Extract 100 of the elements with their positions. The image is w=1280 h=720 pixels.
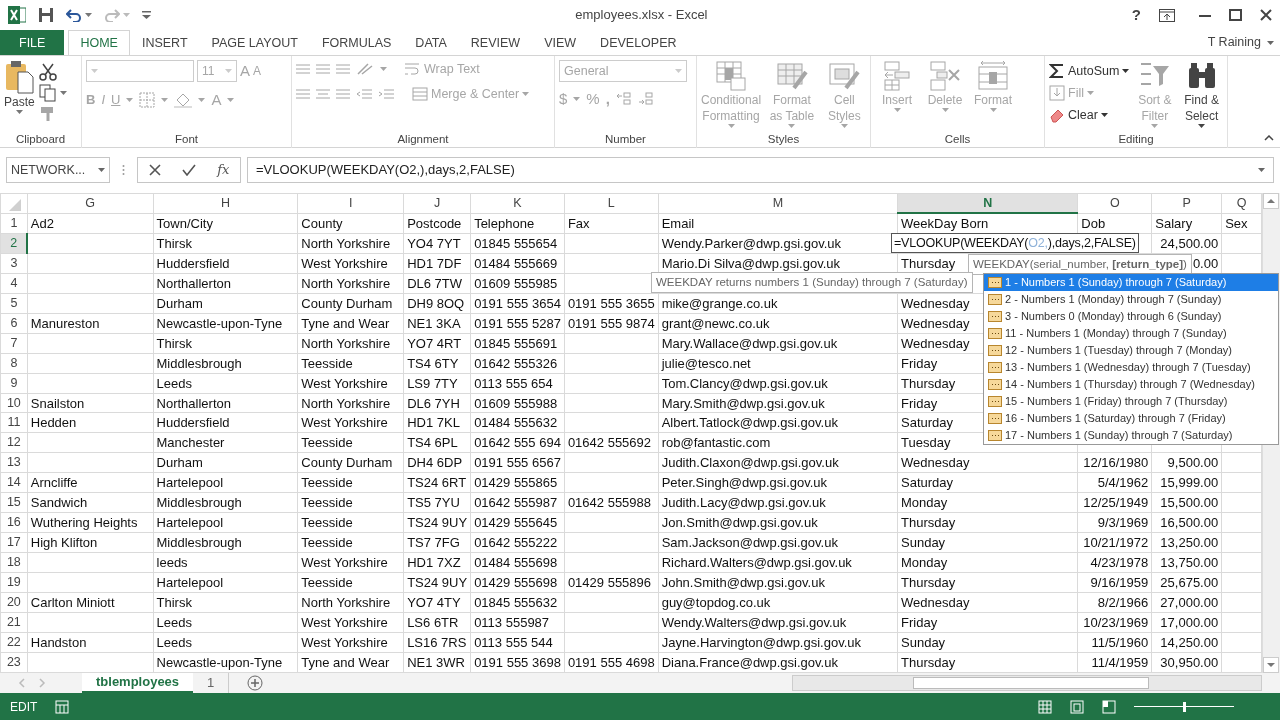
- row-header[interactable]: 22: [0, 632, 28, 653]
- ribbon-tab[interactable]: REVIEW: [458, 30, 533, 55]
- row-header[interactable]: 7: [0, 333, 28, 354]
- column-header[interactable]: I: [297, 193, 404, 214]
- align-bottom-icon[interactable]: [336, 62, 350, 77]
- row-header[interactable]: 16: [0, 512, 28, 533]
- align-middle-icon[interactable]: [316, 62, 330, 77]
- scissors-icon[interactable]: [38, 63, 57, 81]
- close-icon[interactable]: [1260, 9, 1272, 21]
- row-header[interactable]: 17: [0, 532, 28, 553]
- autocomplete-item[interactable]: 16 - Numbers 1 (Saturday) through 7 (Friday): [984, 410, 1278, 427]
- row-header[interactable]: 3: [0, 253, 28, 274]
- row-header[interactable]: 10: [0, 393, 28, 413]
- column-header[interactable]: M: [658, 193, 898, 214]
- column-header[interactable]: L: [564, 193, 659, 214]
- spreadsheet-logo-icon[interactable]: [8, 6, 26, 24]
- paint-bucket-icon[interactable]: [174, 91, 193, 108]
- row-header[interactable]: 18: [0, 552, 28, 573]
- ribbon-tab[interactable]: VIEW: [532, 30, 589, 55]
- borders-icon[interactable]: [139, 91, 156, 108]
- column-header[interactable]: J: [403, 193, 471, 214]
- sheet-tab[interactable]: tblemployees: [82, 673, 194, 693]
- ribbon-tab[interactable]: HOME: [68, 30, 130, 55]
- ribbon-button[interactable]: Find & Select: [1180, 60, 1223, 131]
- column-header[interactable]: P: [1151, 193, 1222, 214]
- autocomplete-item[interactable]: 3 - Numbers 0 (Monday) through 6 (Sunday): [984, 308, 1278, 325]
- ribbon-button[interactable]: AutoSum: [1049, 60, 1130, 82]
- column-header[interactable]: N: [897, 193, 1078, 214]
- align-left-icon[interactable]: [296, 87, 310, 102]
- autocomplete-item[interactable]: 14 - Numbers 1 (Thursday) through 7 (Wednesday): [984, 376, 1278, 393]
- check-icon[interactable]: [181, 164, 196, 176]
- row-header[interactable]: 15: [0, 492, 28, 513]
- horizontal-scrollbar[interactable]: [792, 675, 1262, 691]
- page-break-icon[interactable]: [1102, 699, 1116, 714]
- font-name-field[interactable]: [86, 60, 194, 83]
- add-sheet-icon[interactable]: [247, 675, 264, 691]
- help-button[interactable]: ?: [1131, 3, 1141, 27]
- cancel-icon[interactable]: [148, 164, 161, 176]
- row-header[interactable]: 6: [0, 313, 28, 334]
- align-right-icon[interactable]: [336, 87, 350, 102]
- insert-function-button[interactable]: fx: [217, 160, 230, 180]
- formula-field[interactable]: =VLOOKUP(WEEKDAY(O2,),days,2,FALSE): [247, 157, 1274, 183]
- increase-decimal-icon[interactable]: [615, 92, 632, 107]
- decrease-indent-icon[interactable]: [356, 87, 372, 102]
- orientation-icon[interactable]: [356, 62, 374, 77]
- increase-indent-icon[interactable]: [378, 87, 394, 102]
- ribbon-tab[interactable]: DEVELOPER: [588, 30, 689, 55]
- ribbon-button[interactable]: Clear: [1049, 104, 1130, 126]
- maximize-icon[interactable]: [1229, 9, 1242, 21]
- ribbon-tab[interactable]: PAGE LAYOUT: [199, 30, 310, 55]
- next-sheet-icon[interactable]: [38, 678, 46, 688]
- scrollbar-thumb[interactable]: [913, 677, 1149, 689]
- autocomplete-item[interactable]: 1 - Numbers 1 (Sunday) through 7 (Saturday): [984, 274, 1278, 291]
- row-header[interactable]: 13: [0, 452, 28, 473]
- row-header[interactable]: 21: [0, 612, 28, 633]
- column-header[interactable]: H: [153, 193, 298, 214]
- ribbon-tab[interactable]: FORMULAS: [309, 30, 404, 55]
- column-header[interactable]: K: [470, 193, 565, 214]
- autocomplete-item[interactable]: 11 - Numbers 1 (Monday) through 7 (Sunday): [984, 325, 1278, 342]
- autocomplete-item[interactable]: 15 - Numbers 1 (Friday) through 7 (Thursday): [984, 393, 1278, 410]
- row-header[interactable]: 4: [0, 273, 28, 294]
- row-header[interactable]: 23: [0, 652, 28, 673]
- row-header[interactable]: 19: [0, 572, 28, 593]
- scroll-down-icon[interactable]: [1263, 657, 1280, 673]
- scroll-up-icon[interactable]: [1263, 193, 1280, 209]
- autocomplete-item[interactable]: 17 - Numbers 1 (Sunday) through 7 (Saturday): [984, 427, 1278, 444]
- copy-icon[interactable]: [38, 84, 57, 102]
- column-header[interactable]: G: [27, 193, 154, 214]
- drag-handle-icon[interactable]: [122, 164, 125, 176]
- zoom-slider-thumb[interactable]: [1182, 701, 1186, 712]
- collapse-ribbon-icon[interactable]: [1264, 135, 1274, 141]
- autocomplete-item[interactable]: 13 - Numbers 1 (Wednesday) through 7 (Tuesday): [984, 359, 1278, 376]
- ribbon-tab[interactable]: DATA: [403, 30, 459, 55]
- row-header[interactable]: 8: [0, 353, 28, 374]
- row-header[interactable]: 12: [0, 432, 28, 453]
- macro-record-icon[interactable]: [55, 699, 70, 714]
- row-header[interactable]: 20: [0, 592, 28, 613]
- undo-icon[interactable]: [66, 8, 82, 22]
- row-header[interactable]: 11: [0, 413, 28, 433]
- ribbon-tab[interactable]: FILE: [0, 30, 65, 55]
- name-box[interactable]: NETWORK...: [6, 157, 110, 183]
- page-layout-icon[interactable]: [1070, 699, 1084, 714]
- row-header[interactable]: 14: [0, 472, 28, 493]
- decrease-decimal-icon[interactable]: [637, 92, 654, 107]
- previous-sheet-icon[interactable]: [18, 678, 26, 688]
- paste-button[interactable]: Paste: [4, 60, 35, 131]
- cell-editor[interactable]: =VLOOKUP(WEEKDAY(O2,),days,2,FALSE): [891, 233, 1139, 253]
- align-top-icon[interactable]: [296, 62, 310, 77]
- align-center-icon[interactable]: [316, 87, 330, 102]
- column-header[interactable]: Q: [1221, 193, 1262, 214]
- autocomplete-item[interactable]: 2 - Numbers 1 (Monday) through 7 (Sunday): [984, 291, 1278, 308]
- ribbon-tab[interactable]: INSERT: [129, 30, 200, 55]
- account-name[interactable]: T Raining: [1207, 33, 1261, 52]
- row-header[interactable]: 2: [0, 233, 28, 254]
- normal-view-icon[interactable]: [1038, 699, 1052, 714]
- row-header[interactable]: 1: [0, 213, 28, 234]
- row-header[interactable]: 9: [0, 373, 28, 394]
- autocomplete-item[interactable]: 12 - Numbers 1 (Tuesday) through 7 (Monday): [984, 342, 1278, 359]
- customize-toolbar-icon[interactable]: [142, 11, 151, 19]
- column-header[interactable]: O: [1077, 193, 1152, 214]
